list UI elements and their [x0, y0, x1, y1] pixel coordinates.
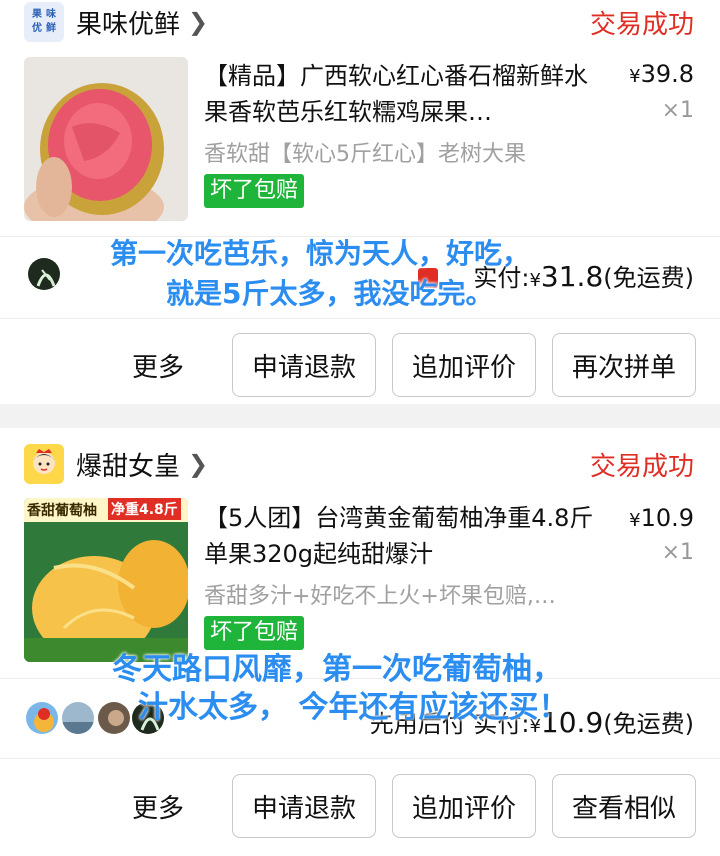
price-value: 39.8	[640, 60, 694, 88]
divider	[0, 758, 720, 759]
add-review-button[interactable]: 追加评价	[392, 774, 536, 838]
order-status: 交易成功	[589, 10, 694, 40]
currency-symbol: ¥	[529, 270, 541, 291]
product-thumbnail[interactable]	[24, 57, 188, 221]
order-status: 交易成功	[589, 452, 694, 482]
shop-logo: 果 味 优 鲜	[24, 2, 64, 42]
shop-name: 果味优鲜	[76, 9, 181, 40]
shop-logo-char: 果	[32, 9, 42, 20]
shipping-note: (免运费)	[603, 264, 694, 292]
currency-symbol: ¥	[629, 66, 641, 87]
product-spec: 香软甜【软心5斤红心】老树大果	[204, 142, 526, 167]
product-thumbnail[interactable]: 香甜葡萄柚 净重4.8斤	[24, 498, 188, 662]
request-refund-button[interactable]: 申请退款	[232, 774, 376, 838]
price-value: 10.9	[640, 504, 694, 532]
avatar	[96, 700, 132, 736]
currency-symbol: ¥	[629, 510, 641, 531]
avatar	[24, 700, 60, 736]
action-row: 更多 申请退款 追加评价 再次拼单	[0, 333, 720, 397]
product-title[interactable]: 【精品】广西软心红心番石榴新鲜水果香软芭乐红软糯鸡屎果…	[204, 58, 604, 130]
view-similar-button[interactable]: 查看相似	[552, 774, 696, 838]
shop-logo-char: 优	[32, 23, 42, 34]
more-button[interactable]: 更多	[132, 347, 184, 384]
thumb-banner-right: 净重4.8斤	[108, 498, 181, 520]
product-quantity: ×1	[661, 98, 694, 123]
shop-name: 爆甜女皇	[76, 451, 181, 482]
chevron-right-icon: ❯	[188, 450, 209, 478]
product-title[interactable]: 【5人团】台湾黄金葡萄柚净重4.8斤单果320g起纯甜爆汁	[204, 500, 604, 572]
thumb-banner-left: 香甜葡萄柚	[27, 503, 97, 519]
shop-header[interactable]: 爆甜女皇 ❯	[24, 442, 208, 486]
add-review-button[interactable]: 追加评价	[392, 333, 536, 397]
avatar	[60, 700, 96, 736]
guarantee-tag: 坏了包赔	[204, 174, 305, 208]
more-button[interactable]: 更多	[132, 788, 184, 825]
chevron-right-icon: ❯	[188, 8, 209, 36]
shipping-note: (免运费)	[603, 710, 694, 738]
overlay-comment-line: 汁水太多， 今年还有应该还买！	[138, 690, 569, 725]
product-spec: 香甜多汁+好吃不上火+坏果包赔,…	[204, 584, 556, 609]
shop-logo-char: 味	[46, 9, 56, 20]
paid-amount: 31.8	[540, 260, 604, 293]
shop-logo-char: 鲜	[46, 23, 56, 34]
avatar	[26, 256, 62, 292]
order-card-1: 果 味 优 鲜 果味优鲜 ❯ 交易成功 【精品】广西软心红心番石榴新鲜水果香软芭…	[0, 0, 720, 404]
product-price: ¥10.9	[629, 504, 694, 532]
order-card-2: 爆甜女皇 ❯ 交易成功 香甜葡萄柚 净重4.8斤 【5人团】台湾黄金葡萄柚净重4…	[0, 428, 720, 856]
divider	[0, 318, 720, 319]
shop-logo	[24, 444, 64, 484]
product-quantity: ×1	[661, 540, 694, 565]
shop-header[interactable]: 果 味 优 鲜 果味优鲜 ❯	[24, 0, 208, 44]
reorder-button[interactable]: 再次拼单	[552, 333, 696, 397]
overlay-comment-line: 第一次吃芭乐，惊为天人，好吃，	[110, 237, 531, 270]
request-refund-button[interactable]: 申请退款	[232, 333, 376, 397]
action-row: 更多 申请退款 追加评价 查看相似	[0, 774, 720, 838]
overlay-comment-line: 就是5斤太多，我没吃完。	[166, 277, 494, 310]
product-price: ¥39.8	[629, 60, 694, 88]
